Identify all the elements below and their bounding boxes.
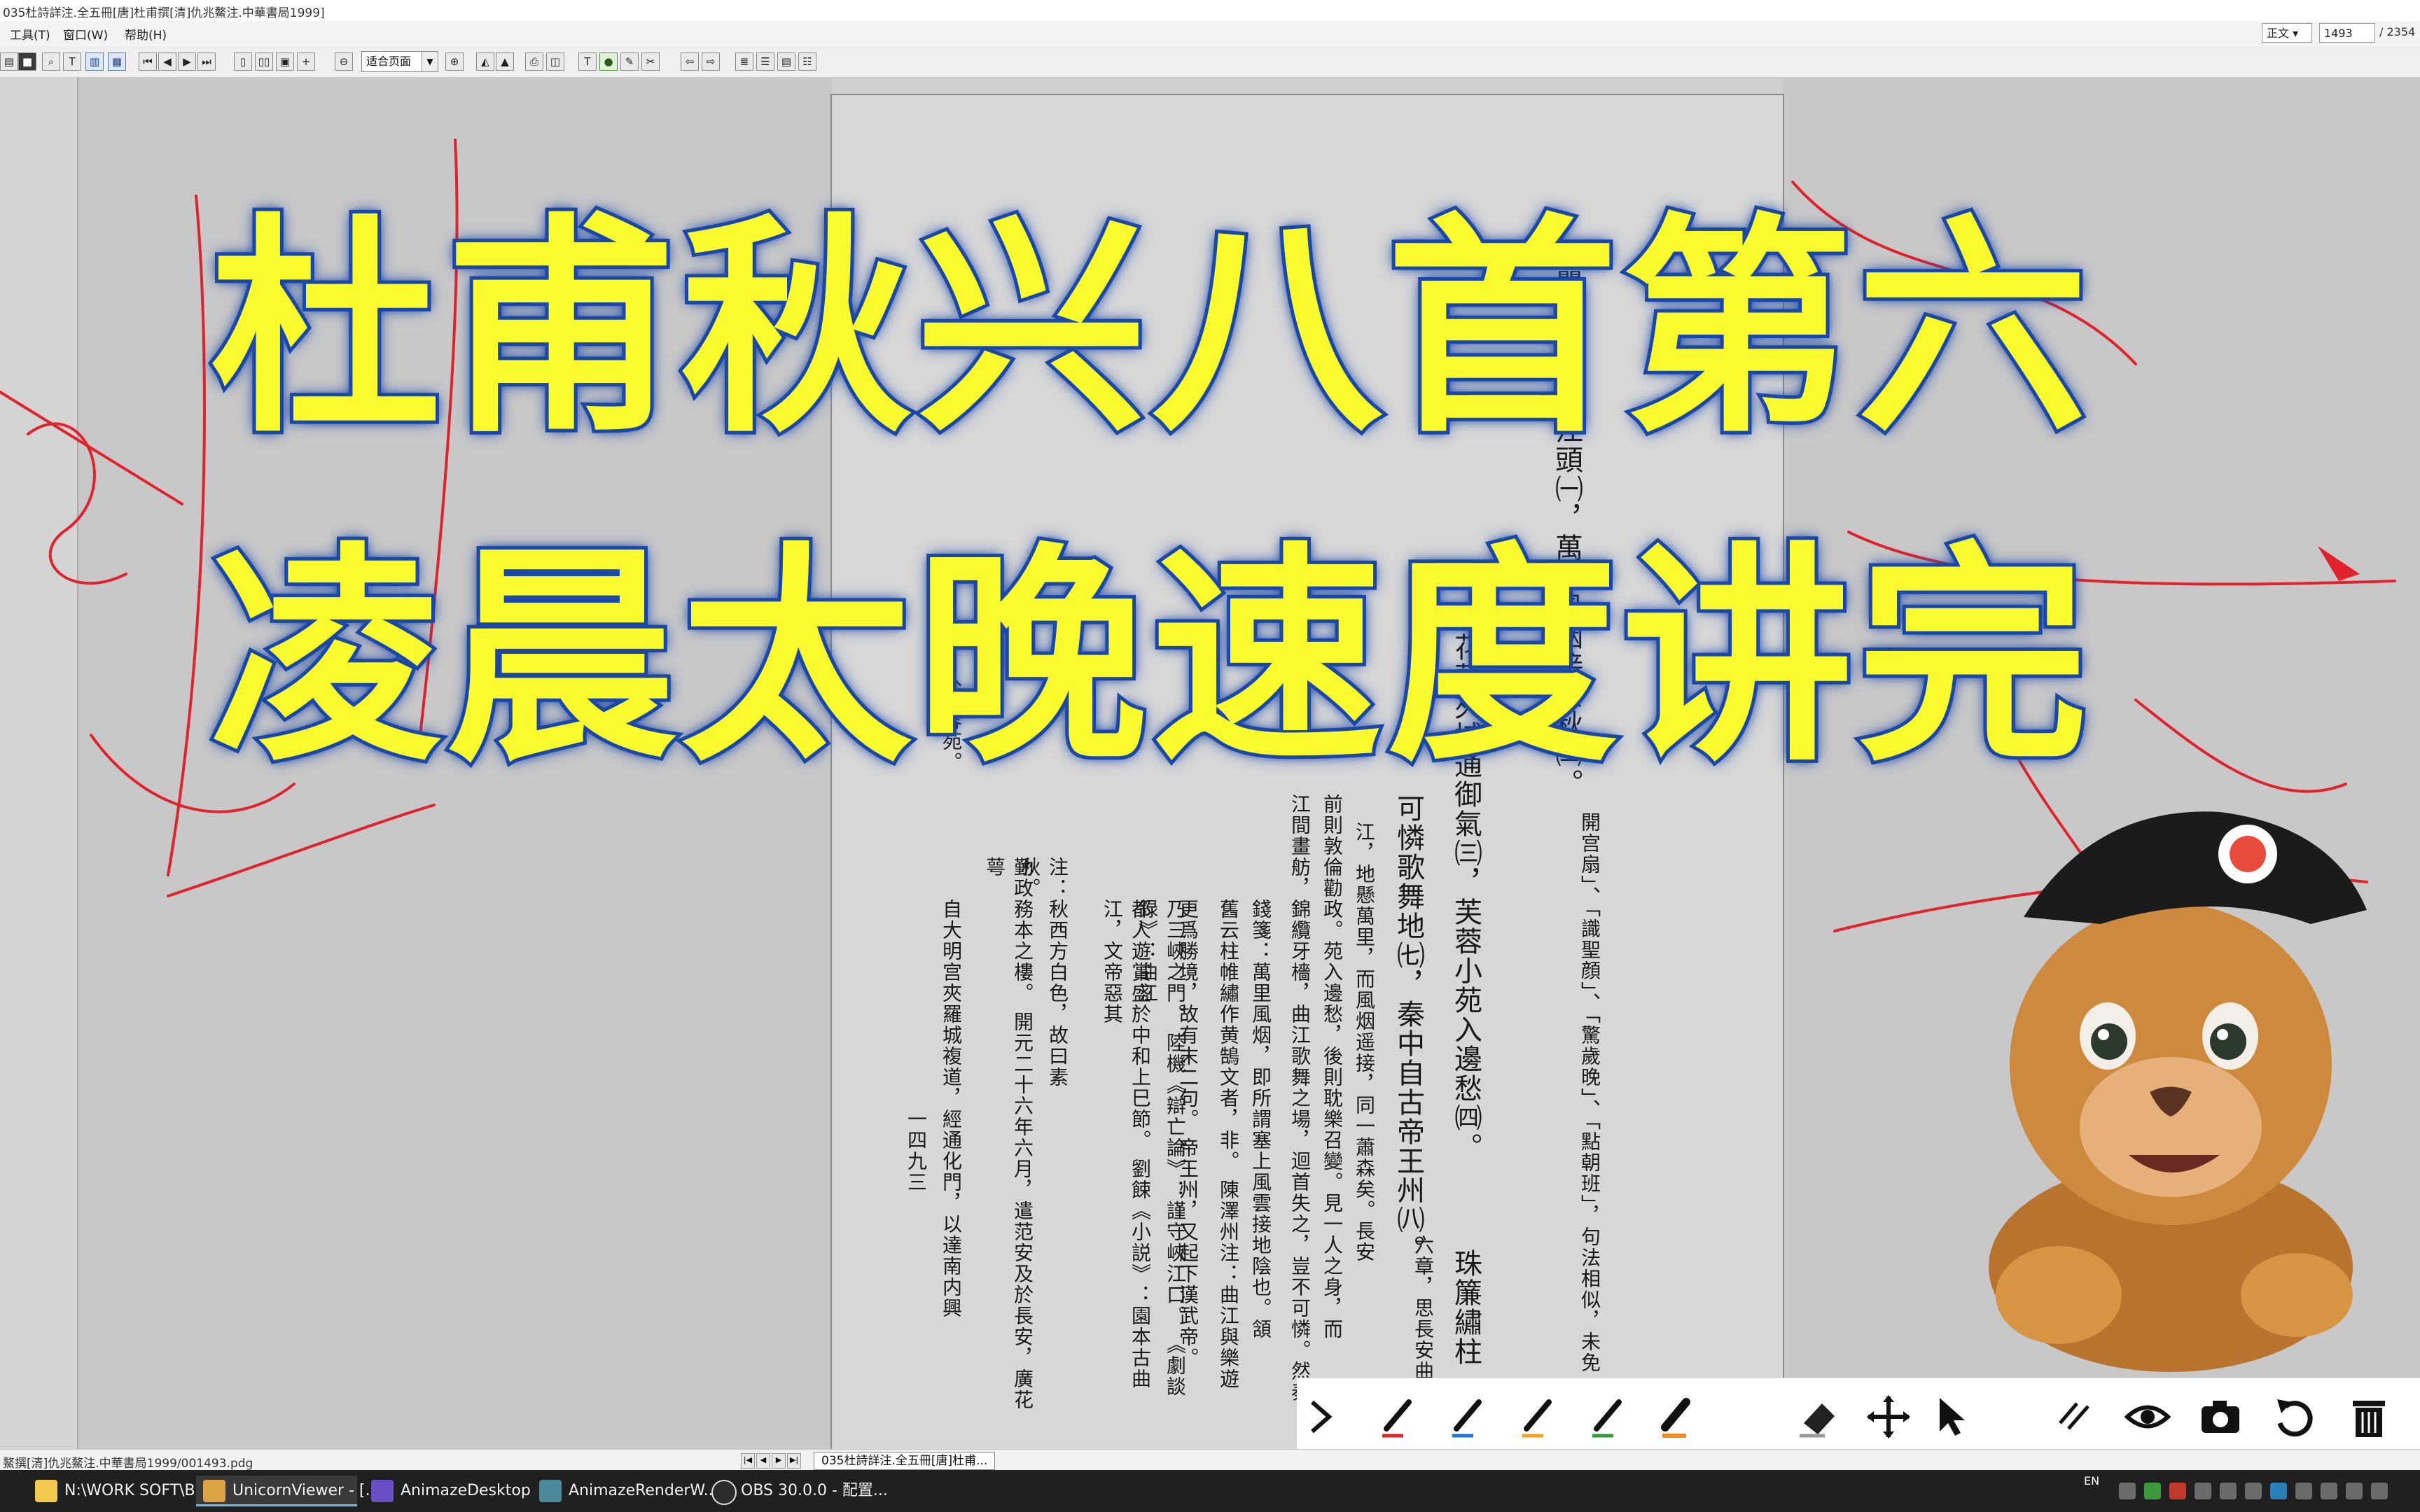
taskbar-app-label: N:\WORK SOFT\B... [64, 1482, 210, 1499]
arrow-cursor-icon [2318, 546, 2360, 581]
scribble-left-6 [167, 804, 436, 897]
highlighter-icon[interactable] [1654, 1392, 1703, 1441]
blue-pen-icon[interactable] [1444, 1392, 1493, 1441]
trash-icon[interactable] [2344, 1392, 2393, 1441]
annotation-palette [1297, 1378, 2420, 1452]
tray-icon-7[interactable] [2270, 1483, 2287, 1499]
lines-icon[interactable] [2053, 1392, 2102, 1441]
green-pen-icon[interactable] [1584, 1392, 1633, 1441]
taskbar-app-label: UnicornViewer - [... [232, 1482, 380, 1499]
animaze-icon [371, 1480, 394, 1502]
expand-chevron-icon[interactable] [1297, 1392, 1346, 1441]
nav-next-icon[interactable]: ▶ [772, 1453, 786, 1469]
tray-icon-8[interactable] [2295, 1483, 2312, 1499]
tray-icon-3[interactable] [2169, 1483, 2186, 1499]
taskbar-app-animaze-render[interactable]: AnimazeRenderW... [532, 1476, 718, 1506]
tray-icon-1[interactable] [2119, 1483, 2136, 1499]
pointer-icon[interactable] [1927, 1392, 1976, 1441]
eye-icon[interactable] [2123, 1392, 2172, 1441]
overlay-title-line-2: 凌晨太晚速度讲完 [207, 524, 2092, 792]
tray-icon-5[interactable] [2220, 1483, 2237, 1499]
window-icon [539, 1480, 562, 1502]
obs-icon [711, 1480, 737, 1505]
folder-icon [35, 1480, 57, 1502]
taskbar-app-label: AnimazeRenderW... [569, 1482, 718, 1499]
tray-icon-9[interactable] [2321, 1483, 2337, 1499]
tray-icon-4[interactable] [2195, 1483, 2211, 1499]
camera-icon[interactable] [2196, 1392, 2245, 1441]
taskbar: N:\WORK SOFT\B... UnicornViewer - [... A… [0, 1470, 2420, 1512]
overlay-title-line-1: 杜甫秋兴八首第六 [207, 195, 2092, 463]
lion-cub-avatar [1989, 811, 2367, 1372]
taskbar-app-unicornviewer[interactable]: UnicornViewer - [... [196, 1476, 380, 1506]
orange-pen-icon[interactable] [1514, 1392, 1563, 1441]
nav-first-icon[interactable]: |◀ [741, 1453, 755, 1469]
unicorn-icon [203, 1480, 225, 1502]
file-path: 鰲撰[清]仇兆鰲注.中華書局1999/001493.pdg [3, 1457, 253, 1471]
scribble-left-1 [27, 422, 127, 585]
eraser-icon[interactable] [1794, 1392, 1843, 1441]
tray-icon-2[interactable] [2144, 1483, 2161, 1499]
undo-icon[interactable] [2270, 1392, 2319, 1441]
status-bar: 鰲撰[清]仇兆鰲注.中華書局1999/001493.pdg |◀ ◀ ▶ ▶| … [0, 1449, 2420, 1471]
document-tab[interactable]: 035杜詩詳注.全五冊[唐]杜甫... [814, 1452, 996, 1470]
language-indicator[interactable]: EN [2084, 1474, 2099, 1488]
scribble-left-3 [167, 195, 206, 876]
system-tray: EN [2070, 1470, 2420, 1512]
taskbar-app-label: OBS 30.0.0 - 配置... [741, 1482, 888, 1499]
taskbar-app-explorer[interactable]: N:\WORK SOFT\B... [28, 1476, 210, 1506]
move-icon[interactable] [1864, 1392, 1913, 1441]
taskbar-app-label: AnimazeDesktop [401, 1482, 531, 1499]
tray-icon-10[interactable] [2346, 1483, 2363, 1499]
tray-icon-11[interactable] [2371, 1483, 2388, 1499]
nav-prev-icon[interactable]: ◀ [756, 1453, 770, 1469]
taskbar-app-obs[interactable]: OBS 30.0.0 - 配置... [704, 1476, 888, 1506]
taskbar-app-animaze[interactable]: AnimazeDesktop [364, 1476, 531, 1506]
tray-icon-6[interactable] [2245, 1483, 2262, 1499]
scribble-left-2 [0, 391, 183, 505]
nav-last-icon[interactable]: ▶| [787, 1453, 801, 1469]
red-pen-icon[interactable] [1374, 1392, 1423, 1441]
